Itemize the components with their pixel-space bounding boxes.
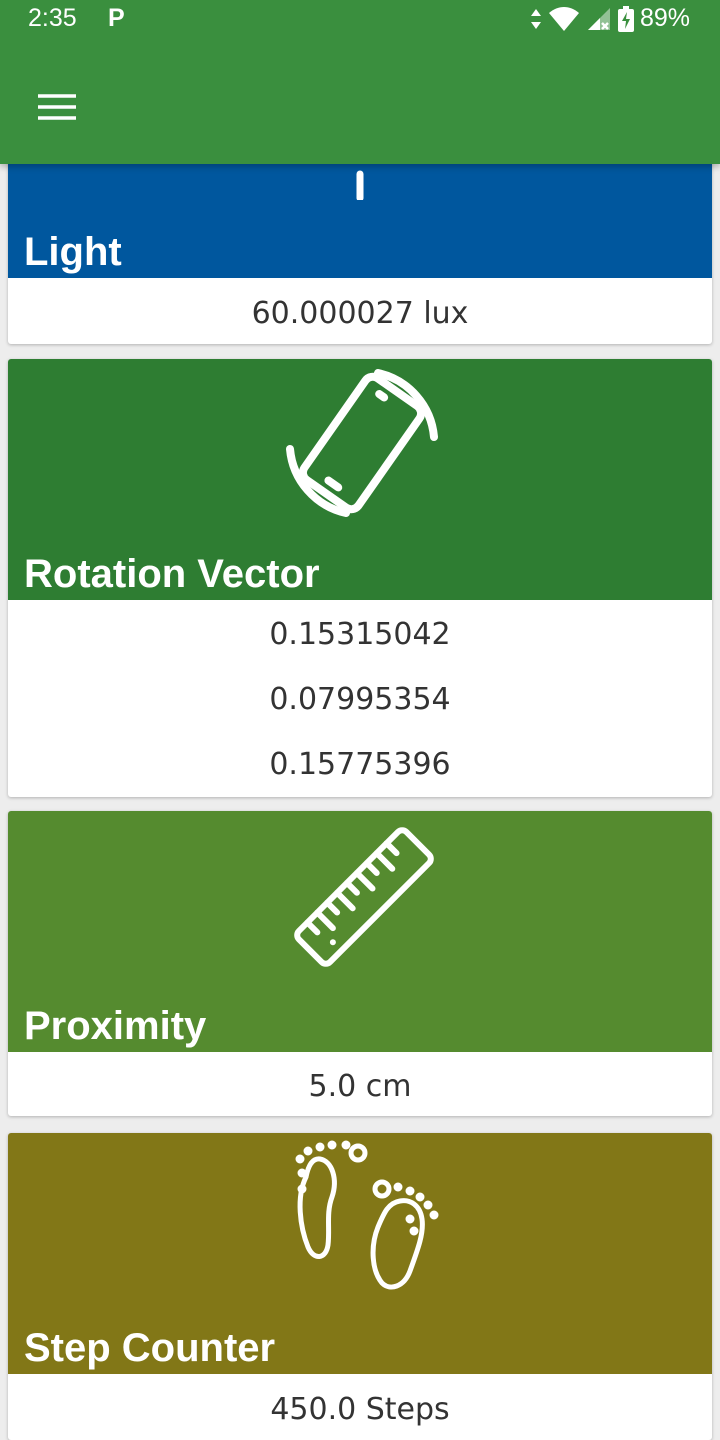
card-values: 60.000027 lux [8,278,712,344]
app-bar: 2:35 P 89% [0,0,720,164]
cellular-signal-icon [587,7,610,30]
card-values: 5.0 cm [8,1052,712,1116]
card-header: Rotation Vector [8,359,712,600]
screen-rotation-icon [286,369,438,517]
card-header: Proximity [8,811,712,1052]
battery-charging-icon [617,5,634,32]
card-title: Step Counter [24,1326,276,1370]
status-bar: 2:35 P 89% [0,0,720,40]
data-transfer-icon [530,8,541,29]
sensor-card-rotation-vector[interactable]: Rotation Vector 0.15315042 0.07995354 0.… [8,359,712,797]
screen: Light 60.000027 lux Rotation Vector 0.15… [0,0,720,1440]
sensor-card-proximity[interactable]: Proximity 5.0 cm [8,811,712,1116]
ruler-icon [294,827,434,967]
sensor-card-step-counter[interactable]: Step Counter 450.0 Steps [8,1133,712,1440]
menu-button[interactable] [28,84,84,132]
wifi-icon [548,6,579,31]
sensor-value: 450.0 Steps [270,1392,450,1427]
card-title: Proximity [24,1004,207,1048]
battery-percentage: 89% [639,4,690,32]
sensor-list: Light 60.000027 lux Rotation Vector 0.15… [0,0,720,1440]
sensor-value: 5.0 cm [308,1069,412,1104]
card-title: Rotation Vector [24,552,320,596]
hamburger-menu-icon [38,94,76,120]
sensor-value: 0.07995354 [269,682,451,717]
card-values: 0.15315042 0.07995354 0.15775396 [8,600,712,797]
status-icons: 89% [530,4,690,33]
card-title: Light [24,230,122,274]
sensor-value: 0.15315042 [269,617,451,652]
card-header: Step Counter [8,1133,712,1374]
footprints-icon [295,1140,439,1290]
parking-notification-icon: P [108,4,125,32]
sensor-value: 60.000027 lux [251,296,469,331]
sensor-value: 0.15775396 [269,747,451,782]
status-time: 2:35 [28,4,77,32]
card-values: 450.0 Steps [8,1374,712,1440]
